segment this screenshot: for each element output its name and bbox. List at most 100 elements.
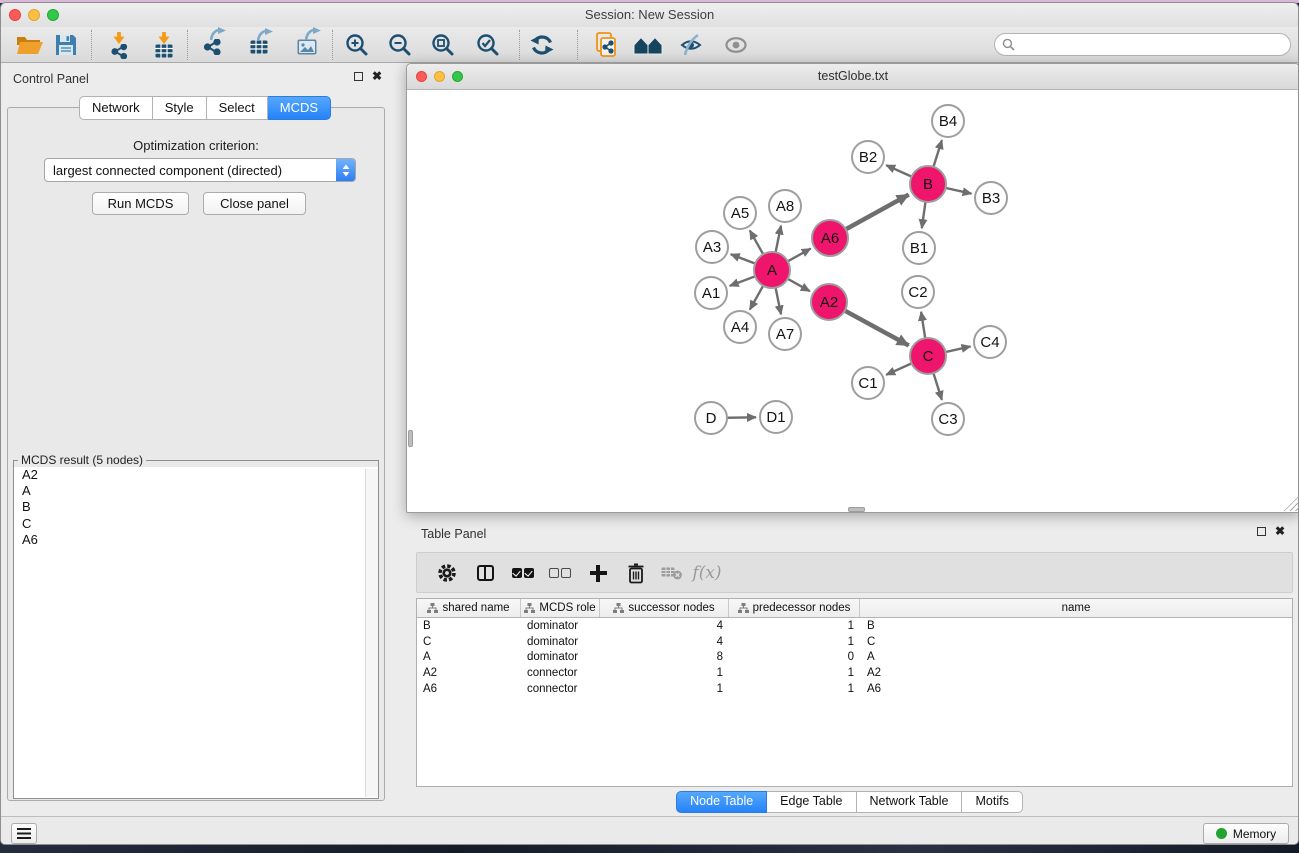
tab-network-table[interactable]: Network Table xyxy=(857,791,963,813)
table-row[interactable]: A6connector11A6 xyxy=(417,681,1292,697)
tab-select[interactable]: Select xyxy=(207,96,268,120)
table-cell[interactable]: 1 xyxy=(600,667,729,679)
table-cell[interactable]: connector xyxy=(521,667,600,679)
import-network-button[interactable] xyxy=(104,30,134,60)
table-cell[interactable]: B xyxy=(417,620,521,632)
add-column-button[interactable] xyxy=(582,558,614,588)
column-header-name[interactable]: name xyxy=(860,599,1292,617)
column-header-shared-name[interactable]: shared name xyxy=(417,599,521,617)
close-table-panel-icon[interactable]: ✖ xyxy=(1275,527,1285,536)
mcds-result-item[interactable]: A2 xyxy=(14,467,378,483)
graph-node-label: A8 xyxy=(776,198,794,215)
show-all-button[interactable] xyxy=(721,30,751,60)
table-cell[interactable]: 1 xyxy=(729,620,860,632)
network-vertical-scroll-thumb[interactable] xyxy=(408,430,413,447)
node-layer: AA1A2A3A4A5A6A7A8BB1B2B3B4CC1C2C3C4DD1 xyxy=(695,105,1007,435)
mcds-result-item[interactable]: A6 xyxy=(14,532,378,548)
table-row[interactable]: A2connector11A2 xyxy=(417,665,1292,681)
table-cell[interactable]: dominator xyxy=(521,620,600,632)
refresh-view-button[interactable] xyxy=(527,30,557,60)
delete-column-button[interactable] xyxy=(620,558,652,588)
table-cell[interactable]: 8 xyxy=(600,651,729,663)
run-mcds-button[interactable]: Run MCDS xyxy=(92,192,189,215)
table-cell[interactable]: B xyxy=(860,620,1292,632)
mcds-result-item[interactable]: A xyxy=(14,483,378,499)
export-table-button[interactable] xyxy=(244,30,274,60)
tab-node-table[interactable]: Node Table xyxy=(676,791,767,813)
columns-icon xyxy=(477,565,494,581)
zoom-fit-button[interactable] xyxy=(428,30,458,60)
task-history-button[interactable] xyxy=(11,823,37,844)
table-cell[interactable]: dominator xyxy=(521,636,600,648)
graph-node-label: A2 xyxy=(820,294,838,311)
network-window-titlebar[interactable]: testGlobe.txt xyxy=(407,64,1299,90)
mcds-result-item[interactable]: C xyxy=(14,516,378,532)
export-network-button[interactable] xyxy=(197,30,227,60)
column-header-successor-nodes[interactable]: successor nodes xyxy=(600,599,729,617)
table-cell[interactable]: connector xyxy=(521,683,600,695)
network-canvas[interactable]: AA1A2A3A4A5A6A7A8BB1B2B3B4CC1C2C3C4DD1 xyxy=(408,90,1299,512)
table-cell[interactable]: 4 xyxy=(600,636,729,648)
graph-node-label: C3 xyxy=(938,411,957,428)
zoom-in-button[interactable] xyxy=(342,30,372,60)
tab-motifs[interactable]: Motifs xyxy=(962,791,1022,813)
table-cell[interactable]: dominator xyxy=(521,651,600,663)
zoom-out-button[interactable] xyxy=(385,30,415,60)
import-table-button[interactable] xyxy=(149,30,179,60)
table-cell[interactable]: A6 xyxy=(860,683,1292,695)
tab-mcds[interactable]: MCDS xyxy=(268,96,331,120)
tab-network[interactable]: Network xyxy=(79,96,153,120)
float-table-panel-icon[interactable] xyxy=(1257,527,1266,536)
search-input[interactable] xyxy=(1015,36,1290,54)
table-cell[interactable]: C xyxy=(860,636,1292,648)
hide-selected-button[interactable] xyxy=(677,30,707,60)
table-row[interactable]: Cdominator41C xyxy=(417,634,1292,650)
table-row[interactable]: Adominator80A xyxy=(417,650,1292,666)
deselect-all-rows-button[interactable] xyxy=(544,558,576,588)
select-all-rows-button[interactable] xyxy=(507,558,539,588)
network-horizontal-scroll-thumb[interactable] xyxy=(848,507,865,512)
save-session-button[interactable] xyxy=(51,30,81,60)
result-list-scrollbar[interactable] xyxy=(365,469,378,797)
close-panel-icon[interactable]: ✖ xyxy=(372,72,382,81)
table-cell[interactable]: A xyxy=(860,651,1292,663)
table-toolbar: f(x) xyxy=(416,552,1293,593)
tree-column-icon xyxy=(524,603,535,613)
column-header-mcds-role[interactable]: MCDS role xyxy=(521,599,600,617)
table-cell[interactable]: A2 xyxy=(860,667,1292,679)
export-image-button[interactable] xyxy=(292,30,322,60)
window-title: Session: New Session xyxy=(1,7,1298,22)
graph-node-label: C xyxy=(923,348,934,365)
table-row[interactable]: Bdominator41B xyxy=(417,618,1292,634)
table-cell[interactable]: A2 xyxy=(417,667,521,679)
table-cell[interactable]: A xyxy=(417,651,521,663)
open-session-button[interactable] xyxy=(14,30,44,60)
toolbar-separator xyxy=(332,30,333,60)
table-cell[interactable]: 1 xyxy=(729,667,860,679)
table-cell[interactable]: 1 xyxy=(600,683,729,695)
optimization-criterion-select[interactable]: largest connected component (directed) xyxy=(44,158,356,182)
graph-node-label: A6 xyxy=(821,230,839,247)
table-cell[interactable]: C xyxy=(417,636,521,648)
first-neighbors-button[interactable] xyxy=(633,30,663,60)
zoom-selected-button[interactable] xyxy=(473,30,503,60)
column-header-predecessor-nodes[interactable]: predecessor nodes xyxy=(729,599,860,617)
table-cell[interactable]: 0 xyxy=(729,651,860,663)
close-panel-button[interactable]: Close panel xyxy=(203,192,306,215)
memory-button[interactable]: Memory xyxy=(1203,823,1289,844)
tab-edge-table[interactable]: Edge Table xyxy=(767,791,856,813)
float-panel-icon[interactable] xyxy=(354,72,363,81)
split-columns-button[interactable] xyxy=(469,558,501,588)
new-network-from-selection-button[interactable] xyxy=(591,30,621,60)
table-cell[interactable]: 1 xyxy=(729,683,860,695)
delete-table-button[interactable] xyxy=(656,558,688,588)
table-cell[interactable]: A6 xyxy=(417,683,521,695)
mcds-result-item[interactable]: B xyxy=(14,499,378,515)
table-settings-button[interactable] xyxy=(431,558,463,588)
table-cell[interactable]: 4 xyxy=(600,620,729,632)
graph-node-label: A5 xyxy=(731,205,749,222)
tab-style[interactable]: Style xyxy=(153,96,207,120)
table-cell[interactable]: 1 xyxy=(729,636,860,648)
function-builder-button[interactable]: f(x) xyxy=(691,558,723,588)
unchecked-boxes-icon xyxy=(548,568,572,578)
